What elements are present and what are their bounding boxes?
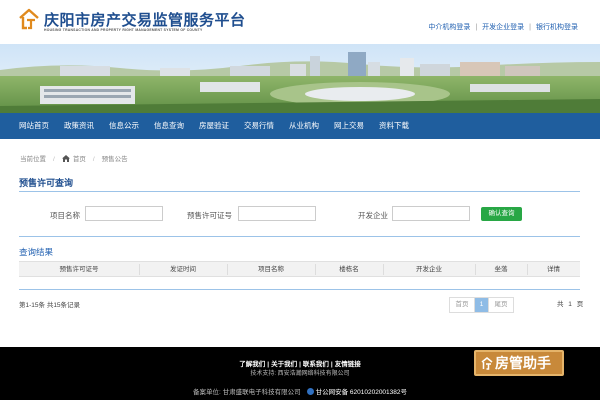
- police-badge-icon: [306, 388, 314, 395]
- footer-record-info: 备案单位: 甘肃盛联电子科技有限公司 甘公网安备 62010202001382号: [0, 386, 600, 396]
- nav-item-info-query[interactable]: 信息查询: [154, 113, 184, 139]
- pagination: 首页 1 尾页: [449, 297, 514, 313]
- site-header: 庆阳市房产交易监管服务平台 HOUSING TRANSACTION AND PR…: [0, 0, 600, 44]
- nav-item-public-info[interactable]: 信息公示: [109, 113, 139, 139]
- query-section-title: 预售许可查询: [19, 178, 74, 188]
- agency-login-link[interactable]: 中介机构登录: [428, 24, 470, 31]
- nav-item-market-trends[interactable]: 交易行情: [244, 113, 274, 139]
- project-name-label: 项目名称: [50, 211, 80, 220]
- footer-link-about-us[interactable]: 了解我们: [239, 361, 265, 368]
- column-header-developer: 开发企业: [416, 266, 442, 273]
- breadcrumb-home-link[interactable]: 首页: [73, 156, 86, 163]
- breadcrumb-separator: /: [53, 156, 55, 163]
- top-login-links: 中介机构登录 | 开发企业登录 | 银行机构登录: [428, 22, 578, 32]
- housing-assistant-label: 房管助手: [495, 355, 551, 371]
- footer-link-separator: |: [330, 361, 333, 368]
- link-separator: |: [475, 24, 478, 31]
- confirm-query-button[interactable]: 确认查询: [481, 207, 522, 221]
- results-title: 查询结果: [19, 247, 54, 257]
- nav-item-policy-news[interactable]: 政策资讯: [64, 113, 94, 139]
- record-count: 第1-15条 共15条记录: [19, 302, 81, 309]
- column-header-issue-date: 发证时间: [170, 266, 196, 273]
- section-divider: [19, 191, 580, 192]
- column-header-location: 坐落: [494, 266, 508, 273]
- nav-item-house-verify[interactable]: 房屋验证: [199, 113, 229, 139]
- developer-login-link[interactable]: 开发企业登录: [482, 24, 524, 31]
- section-divider: [19, 236, 580, 237]
- column-header-project-name: 项目名称: [258, 266, 284, 273]
- breadcrumb-separator: /: [92, 156, 95, 163]
- main-nav-bar: 网站首页 政策资讯 信息公示 信息查询 房屋验证 交易行情 从业机构 网上交易 …: [0, 113, 600, 139]
- footer-link-about[interactable]: 关于我们: [271, 361, 297, 368]
- home-icon: [61, 155, 70, 162]
- site-subtitle: HOUSING TRANSACTION AND PROPERTY RIGHT M…: [44, 28, 203, 32]
- table-bottom-line: [19, 289, 580, 290]
- breadcrumb-page: 预售公告: [101, 156, 128, 163]
- footer-record-org: 备案单位: 甘肃盛联电子科技有限公司: [192, 389, 301, 396]
- column-header-details: 详情: [547, 266, 560, 273]
- house-assistant-icon: [481, 357, 493, 370]
- site-title: 庆阳市房产交易监管服务平台: [44, 13, 246, 29]
- last-page-button[interactable]: 尾页: [488, 298, 513, 312]
- project-name-input[interactable]: [85, 206, 163, 221]
- house-logo-icon: [19, 8, 39, 30]
- link-separator: |: [529, 24, 531, 31]
- footer-link-friend-links[interactable]: 友情链接: [335, 361, 361, 368]
- nav-item-downloads[interactable]: 资料下载: [379, 113, 409, 139]
- footer-link-separator: |: [299, 361, 301, 368]
- breadcrumb: 当前位置 / 首页 / 预售公告: [20, 153, 128, 163]
- nav-item-agencies[interactable]: 从业机构: [289, 113, 319, 139]
- city-panorama-banner: [0, 44, 600, 113]
- breadcrumb-current-label: 当前位置: [20, 156, 46, 163]
- footer-public-security-record[interactable]: 甘公网安备 62010202001382号: [316, 389, 407, 396]
- footer-link-separator: |: [267, 361, 270, 368]
- housing-assistant-button[interactable]: 房管助手: [474, 350, 564, 376]
- results-table-header: 预售许可证号 发证时间 项目名称 楼栋名 开发企业 坐落 详情: [19, 261, 580, 277]
- total-pages: 共 1 页: [557, 301, 584, 308]
- current-page-button[interactable]: 1: [475, 298, 488, 312]
- nav-item-home[interactable]: 网站首页: [19, 113, 49, 139]
- nav-item-online-trading[interactable]: 网上交易: [334, 113, 364, 139]
- bank-login-link[interactable]: 银行机构登录: [536, 24, 578, 31]
- presale-permit-number-input[interactable]: [238, 206, 316, 221]
- column-header-permit-number: 预售许可证号: [59, 266, 99, 273]
- developer-label: 开发企业: [358, 211, 388, 220]
- column-header-building: 楼栋名: [339, 266, 359, 273]
- footer-link-contact[interactable]: 联系我们: [303, 361, 329, 368]
- first-page-button[interactable]: 首页: [450, 298, 475, 312]
- developer-input[interactable]: [392, 206, 470, 221]
- presale-permit-number-label: 预售许可证号: [187, 211, 232, 220]
